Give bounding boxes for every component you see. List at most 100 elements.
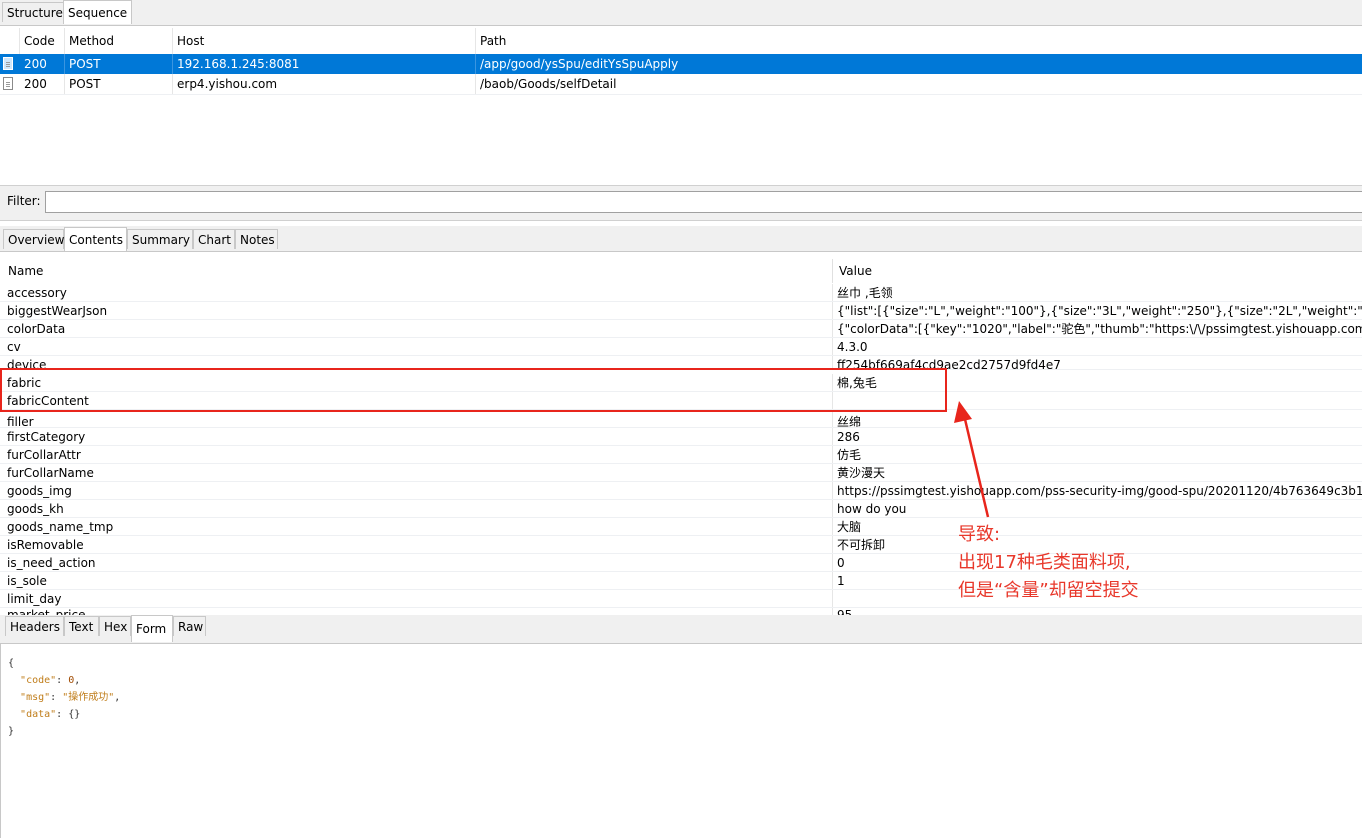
param-name: firstCategory [7, 430, 86, 444]
tab-overview[interactable]: Overview [3, 229, 65, 249]
column-header-path[interactable]: Path [476, 28, 1362, 54]
filter-label: Filter: [7, 194, 41, 208]
cell-divider [832, 464, 833, 481]
param-row[interactable]: limit_day [0, 590, 1362, 608]
highlight-box [0, 368, 947, 412]
tab-notes[interactable]: Notes [235, 229, 278, 249]
json-key-data: "data" [20, 709, 57, 720]
cell-divider [832, 410, 833, 427]
tab-structure[interactable]: Structure [2, 2, 68, 22]
cell-divider [832, 446, 833, 463]
param-value: 丝巾 ,毛领 [837, 286, 893, 300]
session-host: erp4.yishou.com [173, 74, 476, 94]
param-row[interactable]: firstCategory 286 [0, 428, 1362, 446]
tab-form[interactable]: Form [131, 615, 173, 642]
json-value-data: {} [68, 709, 81, 720]
tab-hex[interactable]: Hex [99, 616, 131, 636]
param-name: colorData [7, 322, 66, 336]
param-row[interactable]: filler 丝绵 [0, 410, 1362, 428]
tab-headers[interactable]: Headers [5, 616, 64, 636]
param-name: goods_img [7, 484, 72, 498]
cell-divider [832, 482, 833, 499]
cell-divider [832, 428, 833, 445]
param-row[interactable]: goods_img https://pssimgtest.yishouapp.co… [0, 482, 1362, 500]
session-code: 200 [20, 74, 65, 94]
param-name: filler [7, 415, 34, 428]
cell-divider [832, 284, 833, 301]
column-header-icon[interactable] [0, 28, 20, 54]
param-row[interactable]: is_sole 1 [0, 572, 1362, 590]
param-name: is_sole [7, 574, 47, 588]
param-row[interactable]: is_need_action 0 [0, 554, 1362, 572]
param-row[interactable]: accessory 丝巾 ,毛领 [0, 284, 1362, 302]
cell-divider [832, 302, 833, 319]
response-body[interactable] [0, 643, 1362, 838]
session-method: POST [65, 74, 173, 94]
session-method: POST [65, 54, 173, 74]
param-name: goods_kh [7, 502, 64, 516]
json-key-msg: "msg" [20, 692, 51, 703]
cell-divider [832, 572, 833, 589]
param-row[interactable]: cv 4.3.0 [0, 338, 1362, 356]
param-name: furCollarName [7, 466, 94, 480]
session-row[interactable]: 200 POST 192.168.1.245:8081 /app/good/ys… [0, 54, 1362, 74]
param-value: 仿毛 [837, 448, 862, 462]
tab-sequence[interactable]: Sequence [63, 0, 132, 24]
column-header-method[interactable]: Method [65, 28, 173, 54]
param-row[interactable]: goods_name_tmp 大脑 [0, 518, 1362, 536]
param-value: how do you [837, 502, 907, 516]
tab-summary[interactable]: Summary [127, 229, 193, 249]
column-header-code[interactable]: Code [20, 28, 65, 54]
tab-chart[interactable]: Chart [193, 229, 235, 249]
cell-divider [832, 536, 833, 553]
response-json: { "code": 0, "msg": "操作成功", "data": {} } [8, 658, 121, 737]
annotation-arrow [954, 401, 990, 518]
request-document-icon [3, 57, 13, 70]
param-value: {"list":[{"size":"L","weight":"100"},{"s… [837, 304, 1362, 318]
annotation-line: 但是“含量”却留空提交 [958, 580, 1139, 601]
param-row[interactable]: furCollarAttr 仿毛 [0, 446, 1362, 464]
session-host: 192.168.1.245:8081 [173, 54, 476, 74]
param-row[interactable]: isRemovable 不可拆卸 [0, 536, 1362, 554]
annotation-text: 导致: 出现17种毛类面料项, 但是“含量”却留空提交 [958, 521, 1139, 605]
session-row[interactable]: 200 POST erp4.yishou.com /baob/Goods/sel… [0, 74, 1362, 95]
cell-divider [832, 554, 833, 571]
top-tab-strip [0, 0, 1362, 26]
request-document-icon [3, 77, 13, 90]
param-row[interactable]: goods_kh how do you [0, 500, 1362, 518]
session-path: /baob/Goods/selfDetail [480, 77, 617, 91]
annotation-line: 出现17种毛类面料项, [958, 552, 1131, 573]
param-value: https://pssimgtest.yishouapp.com/pss-sec… [837, 484, 1362, 498]
param-value: 286 [837, 430, 860, 444]
param-value: 4.3.0 [837, 340, 868, 354]
param-row[interactable]: colorData {"colorData":[{"key":"1020","la… [0, 320, 1362, 338]
param-name: isRemovable [7, 538, 84, 552]
cell-divider [832, 338, 833, 355]
json-value-msg: "操作成功" [62, 692, 115, 703]
column-header-value[interactable]: Value [831, 259, 1362, 283]
json-close-brace: } [8, 726, 15, 737]
param-name: biggestWearJson [7, 304, 108, 318]
cell-divider [832, 500, 833, 517]
param-name: is_need_action [7, 556, 96, 570]
param-value: 黄沙漫天 [837, 466, 886, 480]
column-header-name[interactable]: Name [0, 259, 832, 283]
tab-text[interactable]: Text [64, 616, 99, 636]
param-name: accessory [7, 286, 67, 300]
column-header-host[interactable]: Host [173, 28, 476, 54]
session-path: /app/good/ysSpu/editYsSpuApply [480, 57, 679, 71]
param-value: 丝绵 [837, 415, 862, 428]
param-name: cv [7, 340, 21, 354]
cell-divider [832, 320, 833, 337]
annotation-line: 导致: [958, 524, 1001, 545]
param-name: limit_day [7, 592, 62, 606]
json-key-code: "code" [20, 675, 57, 686]
session-code: 200 [20, 54, 65, 74]
param-row[interactable]: biggestWearJson {"list":[{"size":"L","wei… [0, 302, 1362, 320]
tab-contents[interactable]: Contents [64, 227, 127, 251]
json-value-code: 0 [68, 675, 75, 686]
cell-divider [832, 518, 833, 535]
filter-input[interactable] [45, 191, 1362, 213]
param-row[interactable]: furCollarName 黄沙漫天 [0, 464, 1362, 482]
tab-raw[interactable]: Raw [173, 616, 206, 636]
